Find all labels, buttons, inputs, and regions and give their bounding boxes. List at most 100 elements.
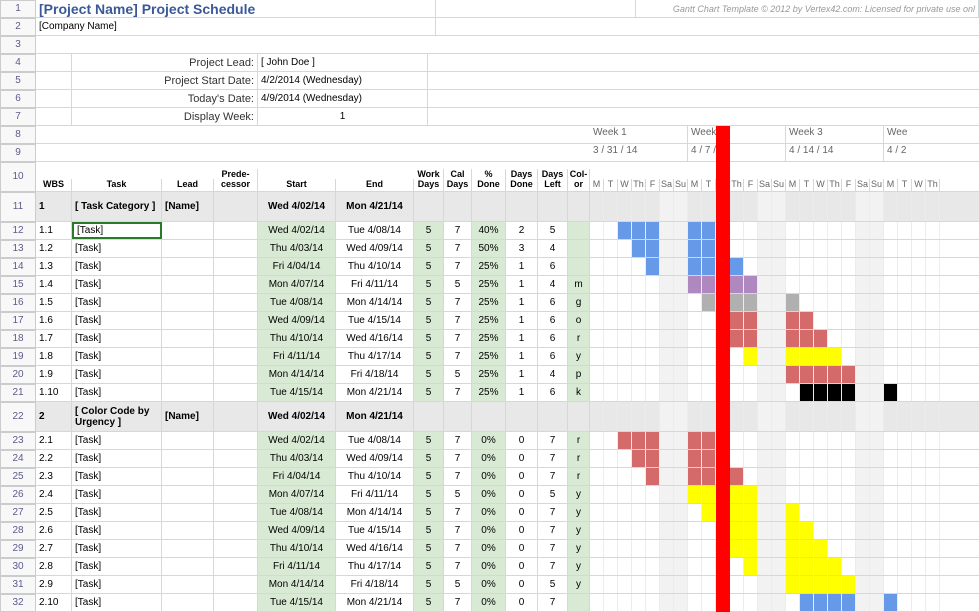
gantt-cell[interactable] — [618, 468, 632, 485]
task-cell[interactable]: [Task] — [72, 450, 162, 467]
gantt-cell[interactable] — [772, 450, 786, 467]
gantt-cell[interactable] — [898, 312, 912, 329]
gantt-cell[interactable] — [814, 504, 828, 521]
gantt-cell[interactable] — [674, 468, 688, 485]
gantt-cell[interactable] — [744, 540, 758, 557]
color-cell[interactable] — [568, 222, 590, 239]
gantt-cell[interactable] — [744, 468, 758, 485]
gantt-cell[interactable] — [590, 312, 604, 329]
row-header-14[interactable]: 14 — [0, 258, 36, 276]
gantt-cell[interactable] — [772, 258, 786, 275]
wbs-cell[interactable]: 1.4 — [36, 276, 72, 293]
gantt-cell[interactable] — [730, 558, 744, 575]
task-cell[interactable]: [Task] — [72, 294, 162, 311]
lead-cell[interactable] — [162, 450, 214, 467]
row-header-15[interactable]: 15 — [0, 276, 36, 294]
gantt-cell[interactable] — [828, 522, 842, 539]
gantt-cell[interactable] — [926, 450, 940, 467]
gantt-cell[interactable] — [688, 222, 702, 239]
gantt-cell[interactable] — [856, 504, 870, 521]
end-cell[interactable]: Mon 4/21/14 — [336, 384, 414, 401]
gantt-cell[interactable] — [618, 192, 632, 221]
workdays-cell[interactable]: 5 — [414, 330, 444, 347]
gantt-cell[interactable] — [646, 486, 660, 503]
gantt-cell[interactable] — [898, 294, 912, 311]
end-cell[interactable]: Wed 4/16/14 — [336, 330, 414, 347]
caldays-cell[interactable]: 7 — [444, 348, 472, 365]
gantt-cell[interactable] — [646, 330, 660, 347]
gantt-cell[interactable] — [744, 258, 758, 275]
gantt-cell[interactable] — [870, 312, 884, 329]
gantt-cell[interactable] — [926, 330, 940, 347]
gantt-cell[interactable] — [632, 366, 646, 383]
caldays-cell[interactable]: 7 — [444, 330, 472, 347]
end-cell[interactable]: Thu 4/10/14 — [336, 258, 414, 275]
lead-cell[interactable]: [Name] — [162, 192, 214, 221]
gantt-cell[interactable] — [618, 366, 632, 383]
gantt-cell[interactable] — [898, 330, 912, 347]
end-cell[interactable]: Thu 4/10/14 — [336, 468, 414, 485]
gantt-cell[interactable] — [828, 348, 842, 365]
gantt-cell[interactable] — [912, 486, 926, 503]
dl-cell[interactable] — [538, 402, 568, 431]
gantt-cell[interactable] — [912, 348, 926, 365]
gantt-cell[interactable] — [912, 192, 926, 221]
gantt-cell[interactable] — [632, 558, 646, 575]
gantt-cell[interactable] — [926, 432, 940, 449]
daysdone-cell[interactable]: 1 — [506, 384, 538, 401]
gantt-cell[interactable] — [688, 468, 702, 485]
gantt-cell[interactable] — [884, 222, 898, 239]
task-cell[interactable]: [Task] — [72, 504, 162, 521]
gantt-cell[interactable] — [702, 348, 716, 365]
gantt-cell[interactable] — [758, 192, 772, 221]
gantt-cell[interactable] — [814, 450, 828, 467]
start-cell[interactable]: Tue 4/15/14 — [258, 384, 336, 401]
gantt-cell[interactable] — [688, 594, 702, 611]
gantt-cell[interactable] — [590, 558, 604, 575]
gantt-cell[interactable] — [828, 468, 842, 485]
gantt-cell[interactable] — [800, 450, 814, 467]
wbs-cell[interactable]: 2 — [36, 402, 72, 431]
gantt-cell[interactable] — [632, 330, 646, 347]
gantt-cell[interactable] — [856, 540, 870, 557]
pred-cell[interactable] — [214, 540, 258, 557]
color-cell[interactable]: k — [568, 384, 590, 401]
lead-cell[interactable] — [162, 276, 214, 293]
workdays-cell[interactable]: 5 — [414, 594, 444, 611]
gantt-cell[interactable] — [702, 594, 716, 611]
row-header-19[interactable]: 19 — [0, 348, 36, 366]
gantt-cell[interactable] — [772, 468, 786, 485]
lead-cell[interactable] — [162, 594, 214, 611]
gantt-cell[interactable] — [926, 240, 940, 257]
gantt-cell[interactable] — [590, 222, 604, 239]
gantt-cell[interactable] — [772, 522, 786, 539]
gantt-cell[interactable] — [898, 504, 912, 521]
gantt-cell[interactable] — [660, 192, 674, 221]
gantt-cell[interactable] — [856, 558, 870, 575]
gantt-cell[interactable] — [842, 402, 856, 431]
lead-cell[interactable] — [162, 384, 214, 401]
gantt-cell[interactable] — [786, 402, 800, 431]
gantt-cell[interactable] — [856, 192, 870, 221]
meta-value-0[interactable]: [ John Doe ] — [258, 54, 428, 71]
gantt-cell[interactable] — [604, 468, 618, 485]
gantt-cell[interactable] — [912, 594, 926, 611]
caldays-cell[interactable]: 7 — [444, 504, 472, 521]
start-cell[interactable]: Tue 4/15/14 — [258, 594, 336, 611]
gantt-cell[interactable] — [632, 594, 646, 611]
gantt-cell[interactable] — [926, 258, 940, 275]
gantt-cell[interactable] — [898, 240, 912, 257]
gantt-cell[interactable] — [870, 276, 884, 293]
daysdone-cell[interactable]: 0 — [506, 468, 538, 485]
workdays-cell[interactable]: 5 — [414, 384, 444, 401]
gantt-cell[interactable] — [604, 258, 618, 275]
gantt-cell[interactable] — [660, 276, 674, 293]
gantt-cell[interactable] — [870, 240, 884, 257]
gantt-cell[interactable] — [660, 222, 674, 239]
gantt-cell[interactable] — [912, 522, 926, 539]
gantt-cell[interactable] — [772, 312, 786, 329]
gantt-cell[interactable] — [870, 540, 884, 557]
gantt-cell[interactable] — [618, 294, 632, 311]
color-cell[interactable] — [568, 258, 590, 275]
gantt-cell[interactable] — [744, 222, 758, 239]
